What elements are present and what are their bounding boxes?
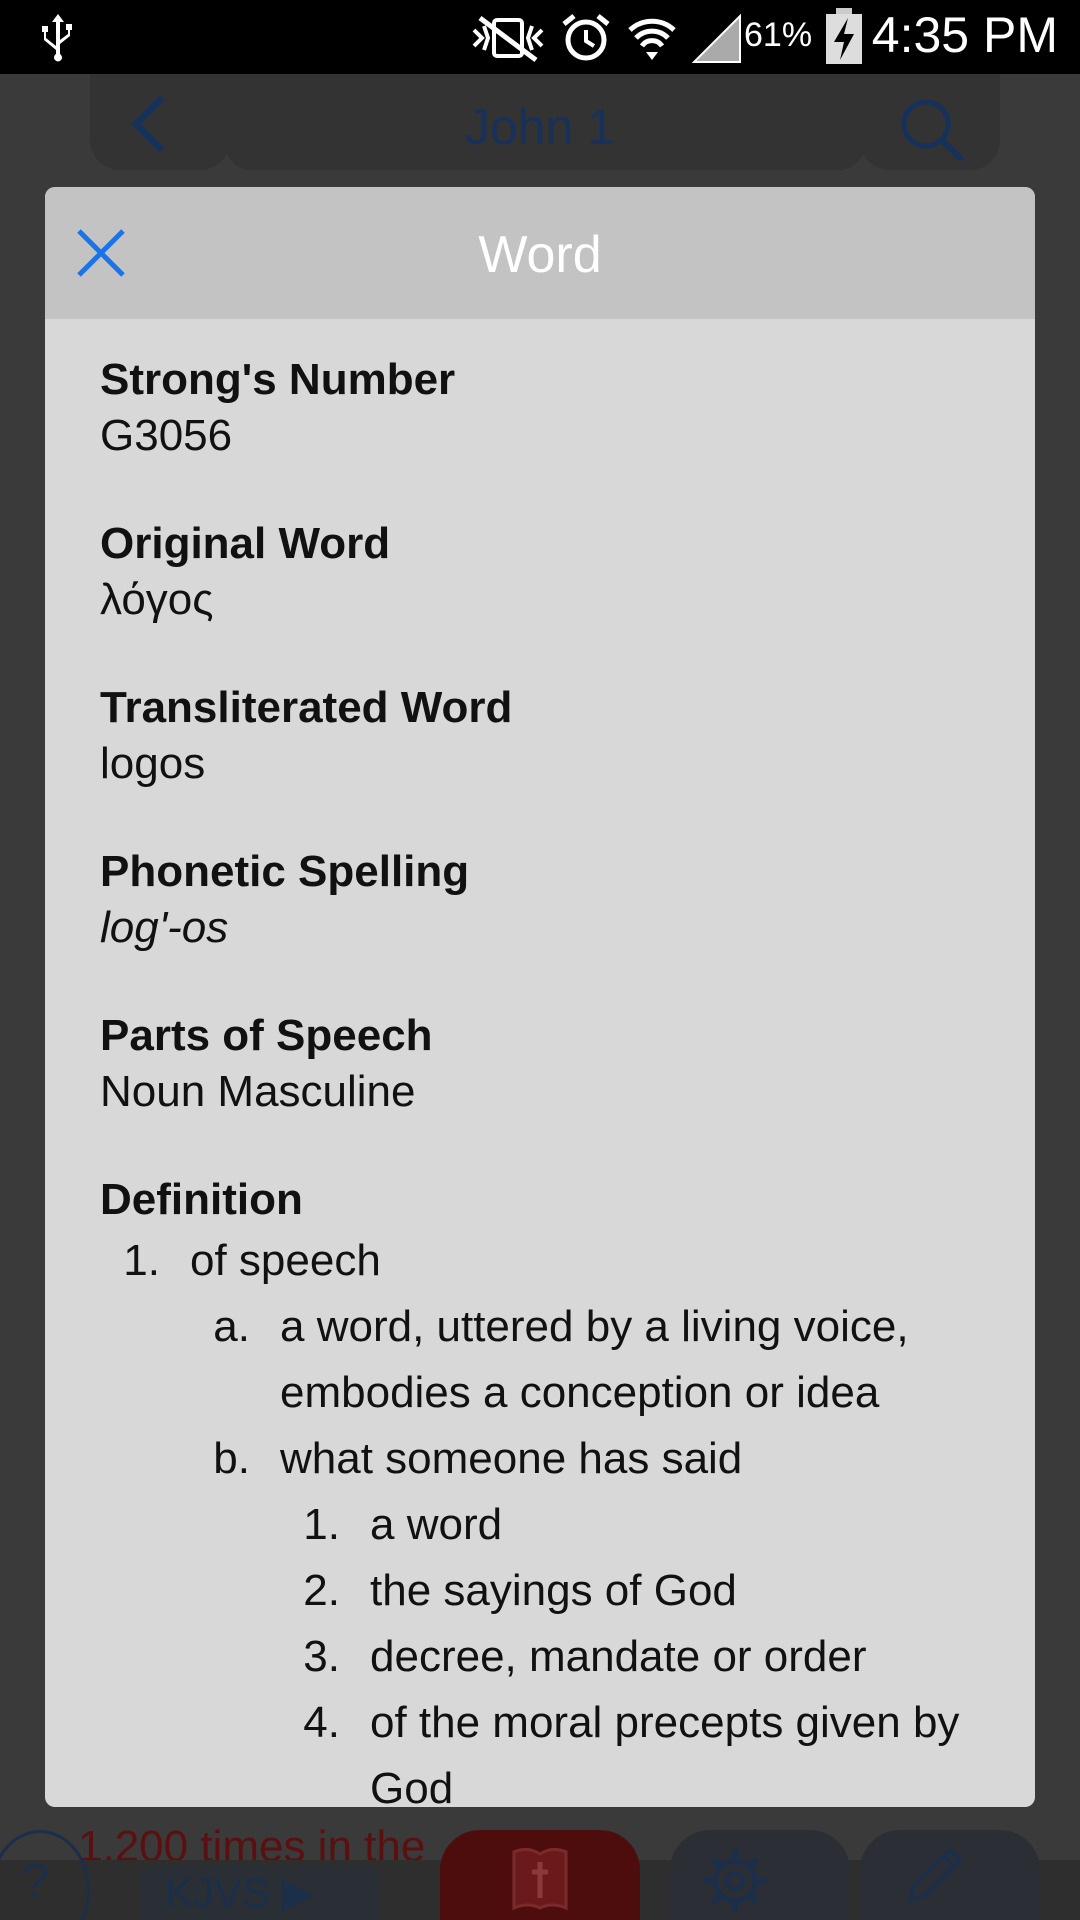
- definition-item: 1. of speech: [100, 1228, 1000, 1294]
- field-label: Transliterated Word: [100, 683, 513, 732]
- definition-item: 1. a word: [100, 1492, 1000, 1558]
- list-text: what someone has said: [280, 1434, 743, 1483]
- battery-percent: 61%: [744, 16, 813, 54]
- bible-icon: [512, 1847, 568, 1911]
- list-text: of the moral precepts given by God: [370, 1698, 960, 1807]
- field-label: Strong's Number: [100, 355, 456, 404]
- field-value: λόγος: [100, 575, 214, 624]
- field-value: log'-os: [100, 903, 229, 952]
- list-text: a word: [370, 1500, 503, 1549]
- definition-item: b. what someone has said: [100, 1426, 1000, 1492]
- list-marker: 1.: [303, 1500, 340, 1549]
- definition-item: 4. of the moral precepts given by God: [100, 1690, 1000, 1807]
- field-value: logos: [100, 739, 206, 788]
- field-parts-of-speech: Parts of Speech Noun Masculine: [100, 1008, 1000, 1120]
- list-marker: b.: [213, 1434, 250, 1483]
- wifi-icon: [628, 18, 676, 62]
- status-time: 4:35 PM: [871, 7, 1058, 63]
- app-header: John 1: [0, 74, 1080, 184]
- list-marker: 4.: [303, 1698, 340, 1747]
- field-label: Phonetic Spelling: [100, 847, 470, 896]
- field-label: Original Word: [100, 519, 391, 568]
- version-label: KJVS ▶: [165, 1869, 315, 1916]
- alarm-icon: [562, 14, 610, 61]
- field-phonetic-spelling: Phonetic Spelling log'-os: [100, 844, 1000, 956]
- field-label: Parts of Speech: [100, 1011, 433, 1060]
- list-marker: 2.: [303, 1566, 340, 1615]
- field-transliterated-word: Transliterated Word logos: [100, 680, 1000, 792]
- list-text: the sayings of God: [370, 1566, 737, 1615]
- help-label: ?: [22, 1855, 49, 1908]
- definition-label: Definition: [100, 1175, 303, 1224]
- field-value: Noun Masculine: [100, 1067, 416, 1116]
- list-text: a word, uttered by a living voice, embod…: [280, 1302, 909, 1417]
- status-bar: 61% 4:35 PM: [0, 0, 1080, 74]
- dialog-body[interactable]: Strong's Number G3056 Original Word λόγο…: [100, 352, 1000, 1807]
- definition-item: a. a word, uttered by a living voice, em…: [100, 1294, 1000, 1426]
- mute-vibrate-icon: [472, 16, 544, 62]
- word-dialog: Word Strong's Number G3056 Original Word…: [45, 187, 1035, 1807]
- battery-charging-icon: [826, 8, 862, 64]
- list-marker: 3.: [303, 1632, 340, 1681]
- list-marker: 1.: [123, 1236, 160, 1285]
- field-original-word: Original Word λόγος: [100, 516, 1000, 628]
- definition-item: 3. decree, mandate or order: [100, 1624, 1000, 1690]
- usb-icon: [42, 14, 72, 62]
- dialog-title: Word: [478, 226, 602, 284]
- list-text: decree, mandate or order: [370, 1632, 867, 1681]
- dialog-header: Word: [45, 187, 1035, 319]
- search-icon[interactable]: [896, 94, 966, 164]
- list-marker: a.: [213, 1302, 250, 1351]
- definition-section: Definition 1. of speech a. a word, utter…: [100, 1172, 1000, 1807]
- field-value: G3056: [100, 411, 233, 460]
- field-strongs-number: Strong's Number G3056: [100, 352, 1000, 464]
- list-text: of speech: [190, 1236, 381, 1285]
- definition-item: 2. the sayings of God: [100, 1558, 1000, 1624]
- status-icons: [470, 10, 744, 66]
- signal-icon: [692, 13, 741, 63]
- gear-icon: [704, 1850, 766, 1912]
- pencil-icon: [907, 1847, 963, 1903]
